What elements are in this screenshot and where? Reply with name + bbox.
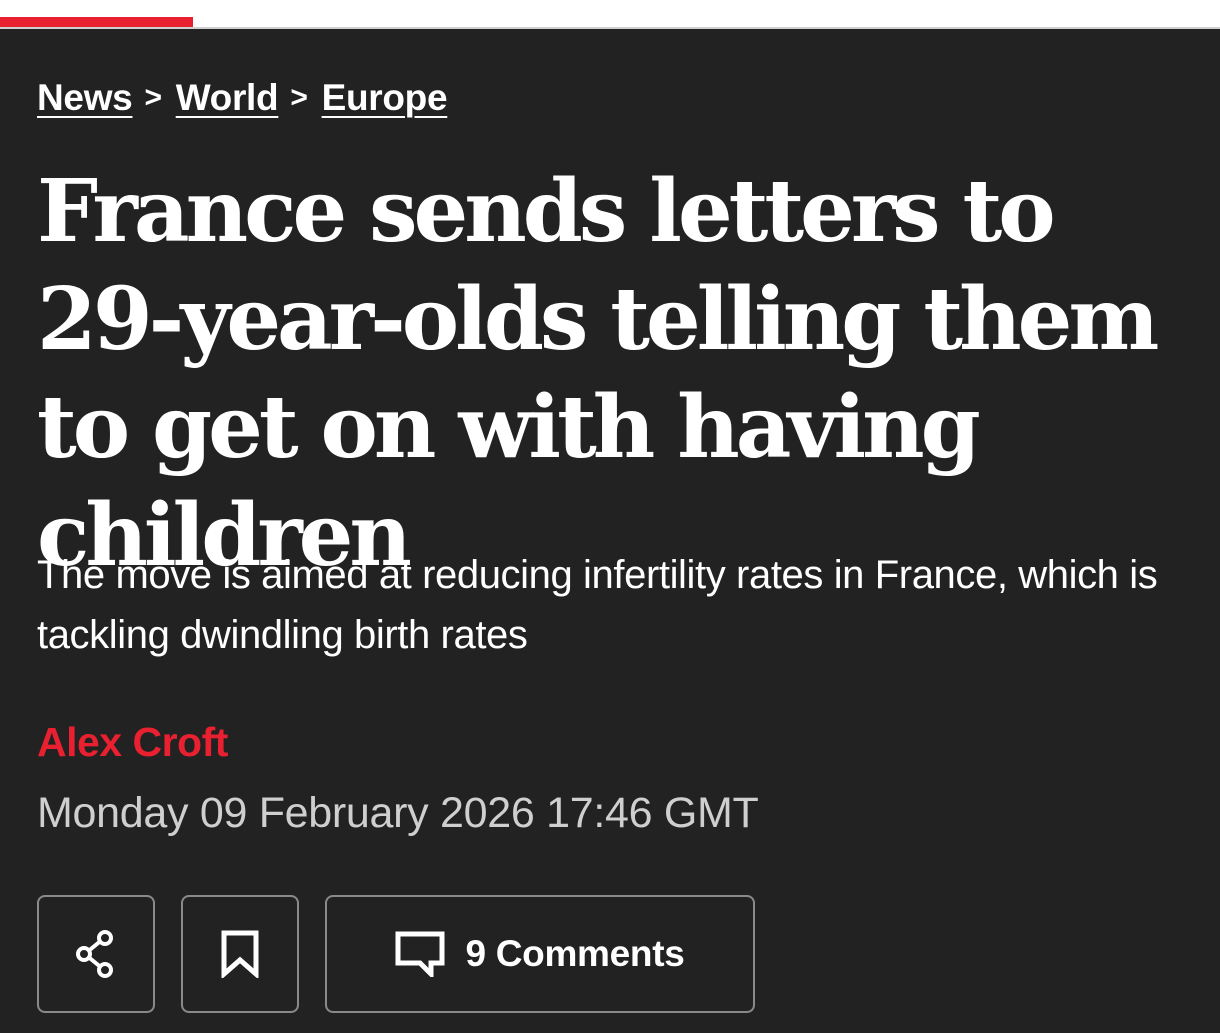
comments-button[interactable]: 9 Comments: [325, 895, 755, 1013]
share-icon: [74, 929, 118, 979]
breadcrumb-europe[interactable]: Europe: [322, 77, 448, 119]
share-button[interactable]: [37, 895, 155, 1013]
author-link[interactable]: Alex Croft: [37, 716, 228, 768]
breadcrumb-separator: >: [290, 81, 308, 114]
publish-date: Monday 09 February 2026 17:46 GMT: [37, 789, 759, 837]
breadcrumb: News > World > Europe: [37, 76, 448, 120]
bookmark-icon: [220, 930, 260, 978]
top-bar: [0, 0, 1220, 29]
article-headline: France sends letters to 29-year-olds tel…: [37, 161, 1159, 586]
bookmark-button[interactable]: [181, 895, 299, 1013]
breadcrumb-news[interactable]: News: [37, 77, 133, 119]
article-standfirst: The move is aimed at reducing infertilit…: [37, 553, 1158, 657]
comment-icon: [395, 931, 445, 977]
reading-progress-bar: [0, 17, 193, 27]
comments-count-label: 9 Comments: [465, 933, 685, 974]
breadcrumb-separator: >: [144, 81, 162, 114]
breadcrumb-world[interactable]: World: [176, 77, 279, 119]
